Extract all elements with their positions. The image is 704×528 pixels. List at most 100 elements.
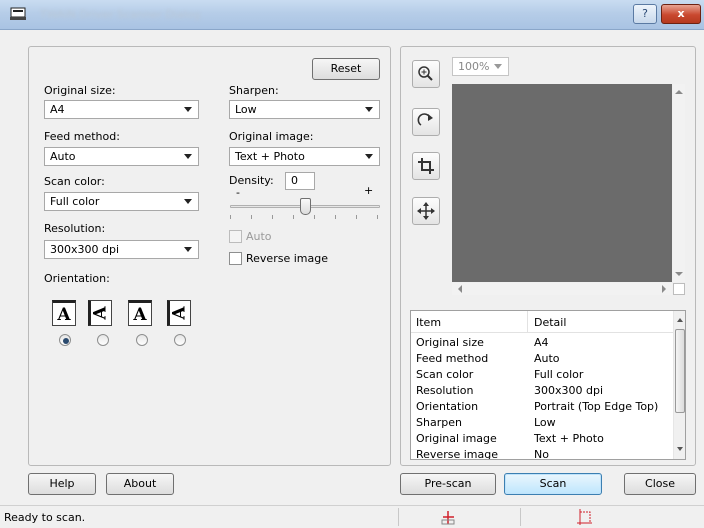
rotate-icon bbox=[417, 113, 433, 126]
reset-button[interactable]: Reset bbox=[312, 58, 380, 80]
auto-checkbox[interactable] bbox=[229, 230, 242, 243]
original-image-select[interactable]: Text + Photo bbox=[229, 147, 380, 166]
sharpen-value: Low bbox=[235, 103, 257, 116]
preview-vertical-scrollbar[interactable] bbox=[673, 84, 685, 282]
original-image-value: Text + Photo bbox=[235, 150, 305, 163]
scrollbar-corner bbox=[673, 283, 685, 295]
window-close-button[interactable]: x bbox=[661, 4, 701, 24]
chevron-down-icon bbox=[184, 107, 192, 112]
feed-method-label: Feed method: bbox=[44, 130, 120, 143]
chevron-down-icon bbox=[184, 247, 192, 252]
crop-button[interactable] bbox=[412, 152, 440, 180]
row-item-cell: Orientation bbox=[416, 400, 479, 413]
orientation-radio-2[interactable] bbox=[97, 334, 109, 346]
table-row[interactable]: Orientation Portrait (Top Edge Top) bbox=[411, 399, 673, 414]
orientation-radio-4[interactable] bbox=[174, 334, 186, 346]
density-slider[interactable] bbox=[230, 198, 380, 224]
row-detail-cell: Auto bbox=[534, 352, 560, 365]
chevron-down-icon bbox=[184, 154, 192, 159]
row-item-cell: Feed method bbox=[416, 352, 489, 365]
zoom-select[interactable]: 100% bbox=[452, 57, 509, 76]
resolution-select[interactable]: 300x300 dpi bbox=[44, 240, 199, 259]
details-table[interactable]: Item Detail Original size A4 Feed method Au… bbox=[410, 310, 686, 460]
crop-icon bbox=[418, 158, 434, 174]
sharpen-label: Sharpen: bbox=[229, 84, 279, 97]
column-header-detail[interactable]: Detail bbox=[534, 316, 566, 329]
scroll-thumb[interactable] bbox=[675, 329, 685, 413]
resolution-label: Resolution: bbox=[44, 222, 106, 235]
scroll-down-arrow-icon bbox=[677, 447, 683, 451]
original-size-select[interactable]: A4 bbox=[44, 100, 199, 119]
scroll-left-arrow-icon bbox=[458, 285, 462, 293]
feed-method-value: Auto bbox=[50, 150, 76, 163]
density-value-box[interactable]: 0 bbox=[285, 172, 315, 190]
zoom-value: 100% bbox=[458, 60, 490, 73]
preview-area[interactable] bbox=[452, 84, 672, 282]
feed-method-select[interactable]: Auto bbox=[44, 147, 199, 166]
orientation-portrait-top-icon[interactable]: A bbox=[52, 300, 76, 326]
original-size-label: Original size: bbox=[44, 84, 116, 97]
reverse-image-label: Reverse image bbox=[246, 252, 328, 265]
details-table-header: Item Detail bbox=[411, 311, 673, 333]
table-row[interactable]: Resolution 300x300 dpi bbox=[411, 383, 673, 398]
orientation-icon-letter: A bbox=[90, 306, 111, 320]
scan-button[interactable]: Scan bbox=[504, 473, 602, 495]
row-detail-cell: Text + Photo bbox=[534, 432, 604, 445]
row-detail-cell: 300x300 dpi bbox=[534, 384, 604, 397]
resolution-value: 300x300 dpi bbox=[50, 243, 120, 256]
details-vertical-scrollbar[interactable] bbox=[673, 311, 685, 459]
row-item-cell: Original size bbox=[416, 336, 484, 349]
move-icon bbox=[417, 202, 435, 220]
column-header-item[interactable]: Item bbox=[416, 316, 441, 329]
rotate-button[interactable] bbox=[412, 108, 440, 136]
status-bar: Ready to scan. bbox=[0, 505, 704, 528]
row-detail-cell: Low bbox=[534, 416, 556, 429]
chevron-down-icon bbox=[494, 64, 502, 69]
table-row[interactable]: Scan color Full color bbox=[411, 367, 673, 382]
prescan-button[interactable]: Pre-scan bbox=[400, 473, 496, 495]
row-detail-cell: Full color bbox=[534, 368, 584, 381]
status-text: Ready to scan. bbox=[4, 511, 86, 524]
scroll-right-arrow-icon bbox=[662, 285, 666, 293]
table-row[interactable]: Original image Text + Photo bbox=[411, 431, 673, 446]
about-button[interactable]: About bbox=[106, 473, 174, 495]
move-button[interactable] bbox=[412, 197, 440, 225]
row-detail-cell: No bbox=[534, 448, 549, 460]
orientation-label: Orientation: bbox=[44, 272, 110, 285]
sharpen-select[interactable]: Low bbox=[229, 100, 380, 119]
auto-label: Auto bbox=[246, 230, 272, 243]
original-image-label: Original image: bbox=[229, 130, 314, 143]
row-item-cell: Original image bbox=[416, 432, 497, 445]
table-row[interactable]: Feed method Auto bbox=[411, 351, 673, 366]
reverse-image-checkbox[interactable] bbox=[229, 252, 242, 265]
slider-thumb[interactable] bbox=[300, 198, 311, 215]
scan-color-select[interactable]: Full color bbox=[44, 192, 199, 211]
table-row[interactable]: Reverse image No bbox=[411, 447, 673, 460]
row-detail-cell: A4 bbox=[534, 336, 549, 349]
window-title: TWAIN Driver Scanner Dialog bbox=[40, 8, 201, 21]
orientation-landscape-right-icon[interactable]: A bbox=[167, 300, 191, 326]
chevron-down-icon bbox=[365, 154, 373, 159]
orientation-icon-letter: A bbox=[169, 306, 190, 320]
column-divider bbox=[527, 311, 528, 333]
status-divider bbox=[520, 508, 521, 526]
title-bar: TWAIN Driver Scanner Dialog ? x bbox=[0, 0, 704, 30]
close-button[interactable]: Close bbox=[624, 473, 696, 495]
orientation-radio-1[interactable] bbox=[59, 334, 71, 346]
table-row[interactable]: Sharpen Low bbox=[411, 415, 673, 430]
row-item-cell: Resolution bbox=[416, 384, 474, 397]
scroll-down-arrow-icon bbox=[675, 272, 683, 276]
row-item-cell: Sharpen bbox=[416, 416, 462, 429]
zoom-in-button[interactable] bbox=[412, 60, 440, 88]
help-button[interactable]: Help bbox=[28, 473, 96, 495]
scroll-up-arrow-icon bbox=[675, 90, 683, 94]
row-detail-cell: Portrait (Top Edge Top) bbox=[534, 400, 659, 413]
scan-area-icon bbox=[577, 509, 592, 525]
orientation-landscape-left-icon[interactable]: A bbox=[88, 300, 112, 326]
orientation-radio-3[interactable] bbox=[136, 334, 148, 346]
row-item-cell: Reverse image bbox=[416, 448, 498, 460]
preview-horizontal-scrollbar[interactable] bbox=[452, 283, 672, 295]
orientation-portrait-alt-icon[interactable]: A bbox=[128, 300, 152, 326]
table-row[interactable]: Original size A4 bbox=[411, 335, 673, 350]
help-caption-button[interactable]: ? bbox=[633, 4, 657, 24]
